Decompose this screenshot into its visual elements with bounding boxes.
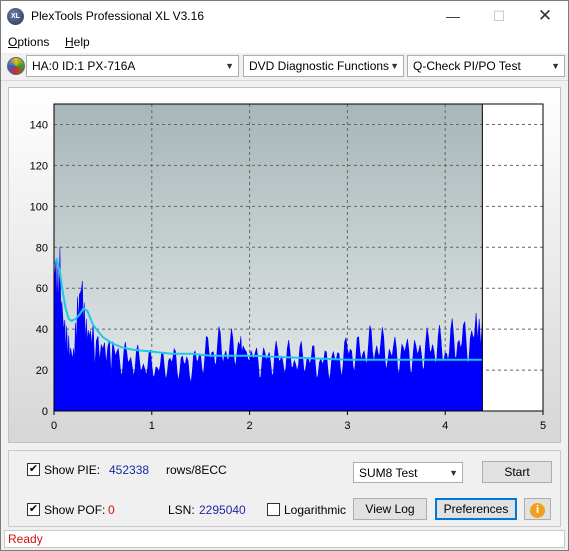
y-tick-label: 80 (36, 242, 48, 254)
y-tick-label: 40 (36, 324, 48, 336)
x-tick-label: 1 (149, 420, 155, 432)
drive-select[interactable]: HA:0 ID:1 PX-716A ▼ (26, 55, 239, 77)
maximize-icon[interactable]: ☐ (476, 1, 522, 31)
x-tick-label: 4 (442, 420, 448, 432)
show-poe-label: Show POF: (44, 503, 106, 517)
y-tick-label: 20 (36, 365, 48, 377)
show-poe-checkbox[interactable]: ✔ (27, 503, 40, 516)
preferences-button[interactable]: Preferences (435, 498, 517, 520)
function-select-value: DVD Diagnostic Functions (249, 59, 390, 73)
info-icon: i (530, 503, 545, 518)
menu-options[interactable]: Options (8, 35, 49, 49)
chevron-down-icon: ▼ (225, 61, 234, 71)
test-select[interactable]: Q-Check PI/PO Test ▼ (407, 55, 565, 77)
menu-bar: Options Help (1, 31, 568, 53)
menu-help[interactable]: Help (65, 35, 90, 49)
x-tick-label: 0 (51, 420, 57, 432)
controls-panel: ✔ Show PIE: 452338 rows/8ECC ✔ Show POF:… (8, 450, 561, 527)
drive-select-value: HA:0 ID:1 PX-716A (32, 59, 136, 73)
lsn-value: 2295040 (199, 503, 246, 517)
logarithmic-checkbox[interactable] (267, 503, 280, 516)
status-bar: Ready (4, 530, 565, 548)
x-tick-label: 2 (247, 420, 253, 432)
lsn-label: LSN: (168, 503, 195, 517)
show-pie-checkbox[interactable]: ✔ (27, 463, 40, 476)
chart-panel: 0 1 2 3 4 5 0 20 40 60 80 100 120 140 (8, 87, 561, 443)
info-button[interactable]: i (524, 498, 551, 520)
title-bar: XL PlexTools Professional XL V3.16 — ☐ ✕ (1, 1, 568, 31)
app-logo-icon: XL (7, 8, 24, 25)
pi-po-chart: 0 1 2 3 4 5 0 20 40 60 80 100 120 140 (30, 103, 546, 432)
chevron-down-icon: ▼ (390, 61, 399, 71)
app-window: XL PlexTools Professional XL V3.16 — ☐ ✕… (0, 0, 569, 551)
sum-test-select[interactable]: SUM8 Test ▼ (353, 462, 463, 483)
y-tick-label: 140 (30, 119, 48, 131)
toolbar: HA:0 ID:1 PX-716A ▼ DVD Diagnostic Funct… (1, 53, 568, 81)
y-tick-label: 60 (36, 283, 48, 295)
start-button-label: Start (504, 465, 530, 479)
y-tick-label: 0 (42, 406, 48, 418)
x-tick-label: 3 (344, 420, 350, 432)
status-text: Ready (8, 532, 43, 546)
menu-help-rest: elp (73, 35, 90, 49)
function-select[interactable]: DVD Diagnostic Functions ▼ (243, 55, 404, 77)
y-tick-label: 100 (30, 201, 48, 213)
close-icon[interactable]: ✕ (522, 1, 568, 31)
minimize-icon[interactable]: — (430, 1, 476, 31)
start-button[interactable]: Start (482, 461, 552, 483)
view-log-label: View Log (365, 502, 415, 516)
poe-value: 0 (108, 503, 115, 517)
menu-options-rest: ptions (17, 35, 50, 49)
window-title: PlexTools Professional XL V3.16 (31, 9, 204, 23)
show-pie-label: Show PIE: (44, 463, 101, 477)
x-tick-label: 5 (540, 420, 546, 432)
disc-drive-icon[interactable] (7, 57, 25, 75)
view-log-button[interactable]: View Log (353, 498, 427, 520)
test-select-value: Q-Check PI/PO Test (413, 59, 521, 73)
sum-test-value: SUM8 Test (359, 466, 418, 480)
preferences-label: Preferences (443, 502, 509, 516)
rows-label: rows/8ECC (166, 463, 227, 477)
y-tick-label: 120 (30, 160, 48, 172)
logarithmic-label: Logarithmic (284, 503, 347, 517)
chevron-down-icon: ▼ (551, 61, 560, 71)
pie-value: 452338 (109, 463, 150, 477)
chevron-down-icon: ▼ (449, 468, 458, 478)
unscanned-region (482, 104, 543, 411)
